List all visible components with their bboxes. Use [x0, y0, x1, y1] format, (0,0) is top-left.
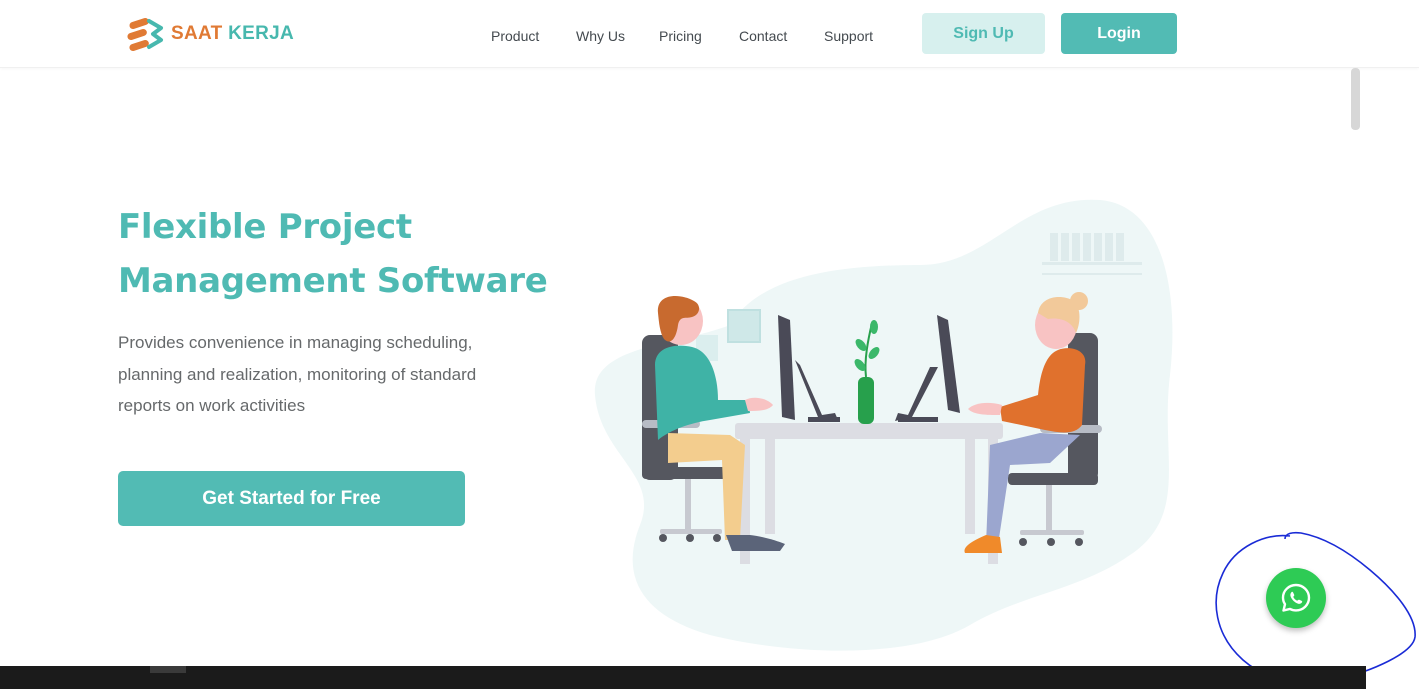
whatsapp-chat-button[interactable]	[1266, 568, 1326, 628]
whatsapp-icon	[1281, 583, 1311, 612]
nav-item-why-us[interactable]: Why Us	[576, 28, 625, 44]
desk-top	[735, 423, 1003, 439]
logo-mark-icon	[127, 17, 163, 51]
get-started-button[interactable]: Get Started for Free	[118, 471, 465, 526]
top-navbar: SAAT KERJA Product Why Us Pricing Contac…	[0, 0, 1419, 68]
hero-description: Provides convenience in managing schedul…	[118, 333, 477, 415]
nav-item-support[interactable]: Support	[824, 28, 873, 44]
wall-frame	[727, 309, 761, 343]
desk-leg	[965, 439, 975, 534]
nav-item-product[interactable]: Product	[491, 28, 539, 44]
login-button[interactable]: Login	[1061, 13, 1177, 54]
office-illustration	[594, 199, 1173, 651]
scrollbar-thumb[interactable]	[1351, 68, 1360, 130]
hero-title-line-2: Management Software	[118, 261, 548, 301]
hero-title-line-1: Flexible Project	[118, 207, 412, 247]
logo-wordmark: SAAT KERJA	[171, 23, 295, 44]
hero-title: Flexible Project Management Software	[118, 200, 558, 308]
bottom-bar-segment	[150, 666, 186, 673]
sign-up-button[interactable]: Sign Up	[922, 13, 1045, 54]
plant-vase	[858, 377, 874, 424]
desk-leg	[765, 439, 775, 534]
nav-item-contact[interactable]: Contact	[739, 28, 787, 44]
bottom-dark-bar	[0, 666, 1366, 689]
brand-logo[interactable]: SAAT KERJA	[127, 17, 294, 51]
nav-item-pricing[interactable]: Pricing	[659, 28, 702, 44]
